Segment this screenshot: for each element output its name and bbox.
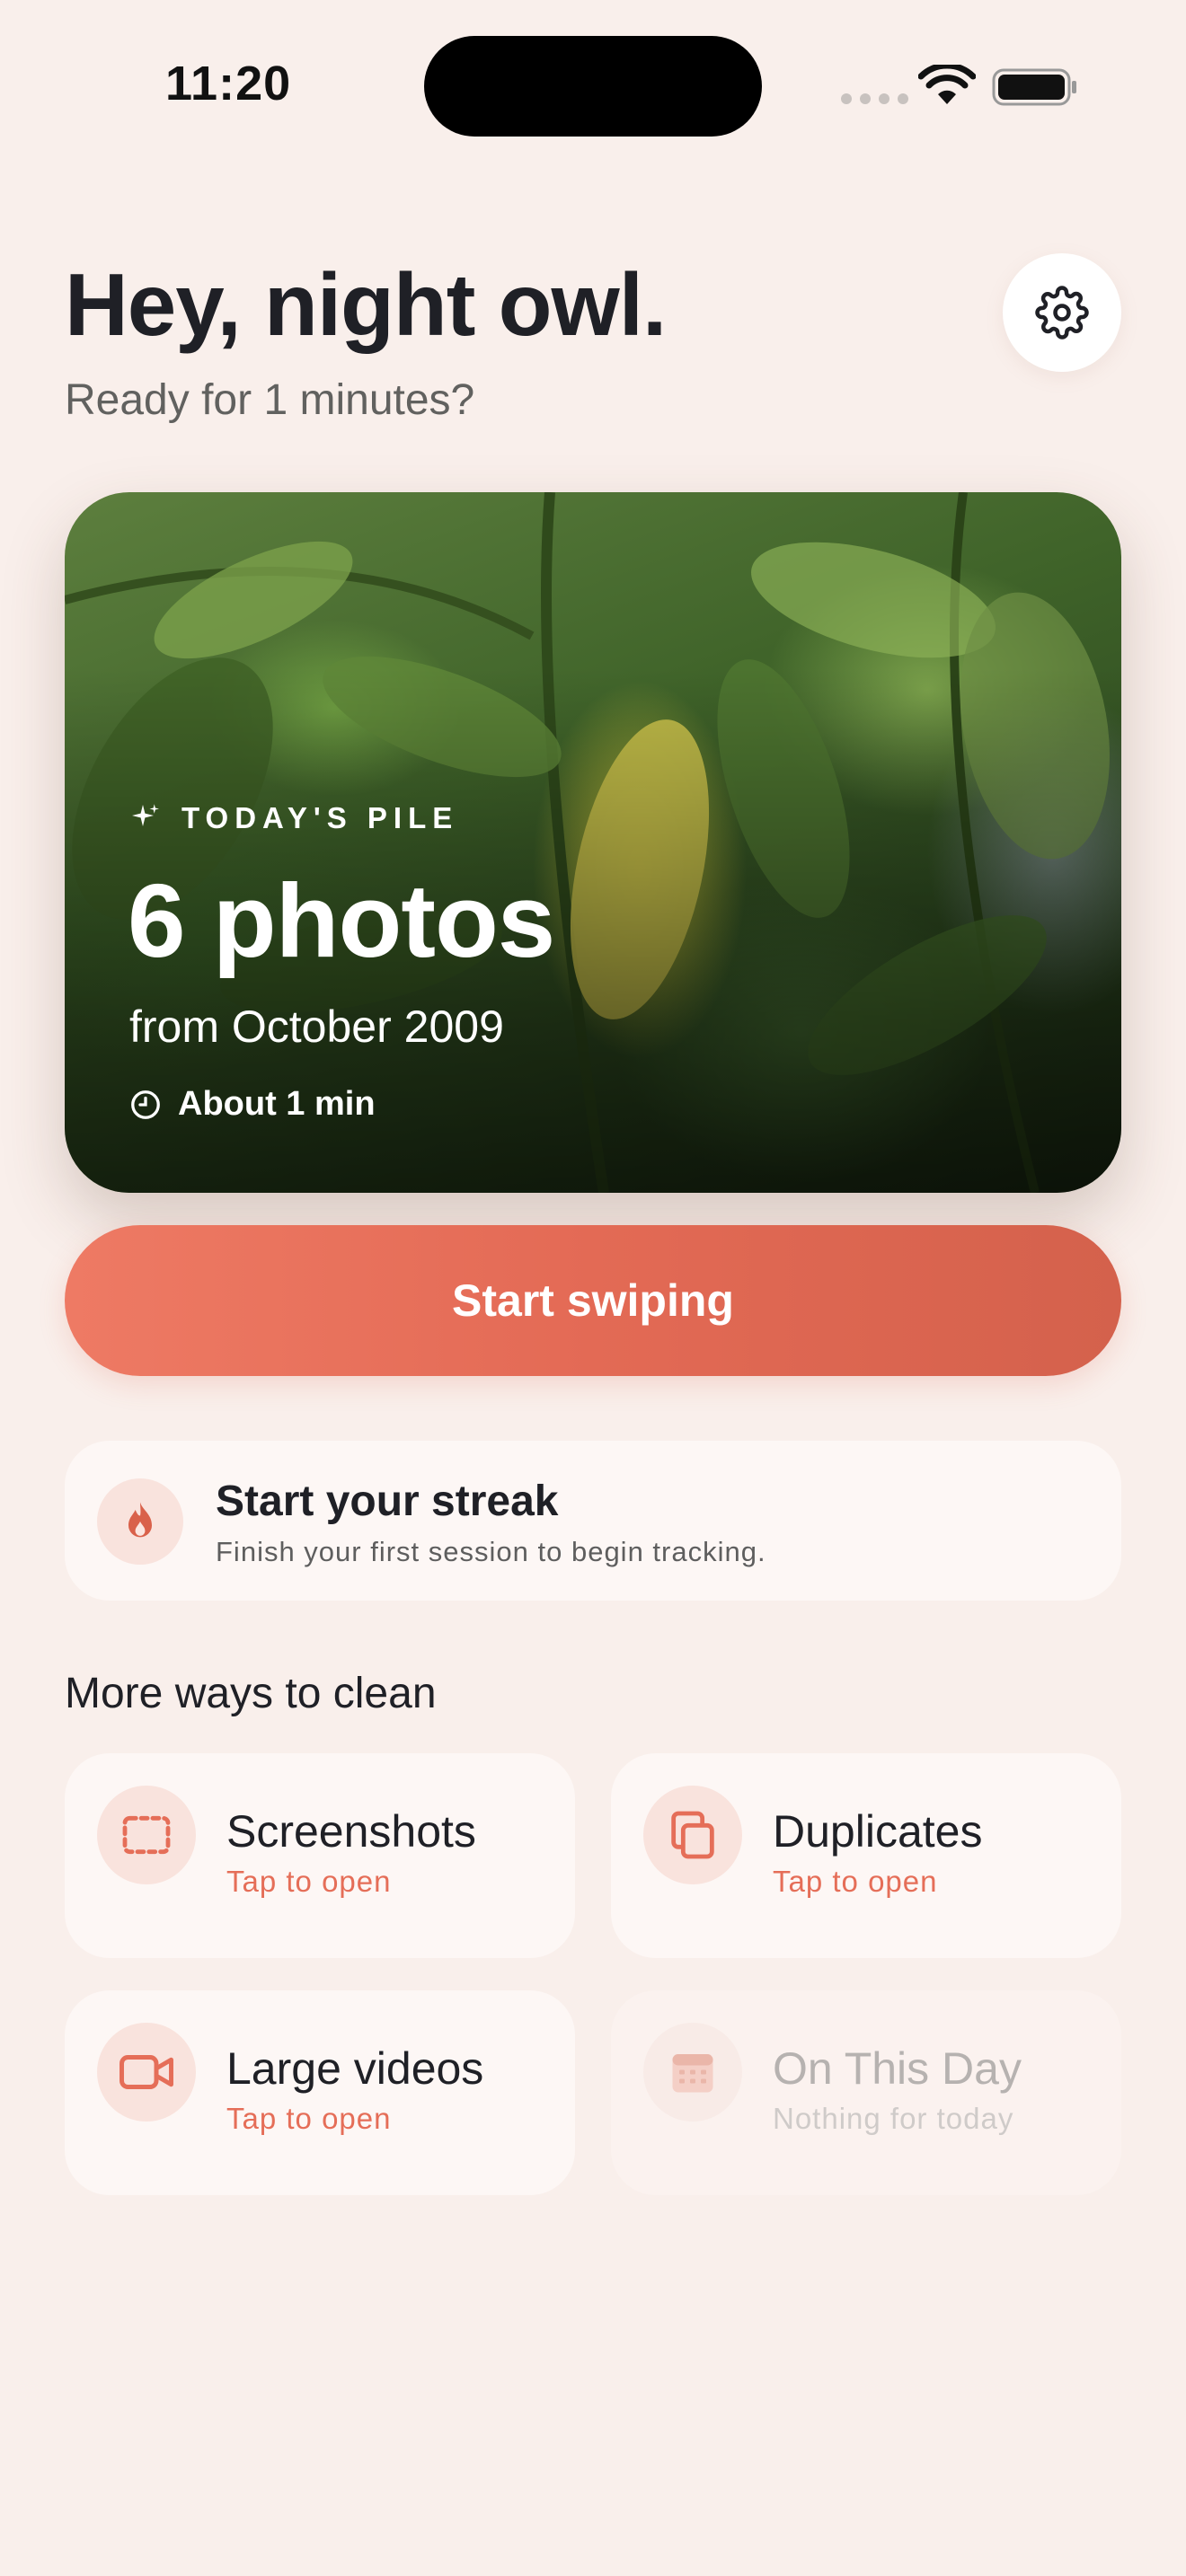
- todays-pile-label: TODAY'S PILE: [129, 801, 458, 835]
- start-swiping-button[interactable]: Start swiping: [65, 1225, 1121, 1376]
- screenshots-tile[interactable]: Screenshots Tap to open: [65, 1753, 575, 1958]
- greeting-subtitle: Ready for 1 minutes?: [65, 376, 475, 424]
- status-time: 11:20: [165, 57, 292, 110]
- tile-title: Large videos: [226, 2043, 484, 2094]
- calendar-icon: [672, 2054, 713, 2093]
- duplicate-icon: [671, 1811, 714, 1859]
- duplicate-icon-badge: [643, 1786, 742, 1884]
- streak-title: Start your streak: [216, 1478, 559, 1525]
- calendar-icon-badge: [643, 2023, 742, 2122]
- on-this-day-tile: On This Day Nothing for today: [611, 1990, 1121, 2195]
- streak-subtitle: Finish your first session to begin track…: [216, 1536, 766, 1567]
- dynamic-island: [424, 36, 762, 137]
- clock-icon: [131, 1090, 160, 1119]
- sparkle-icon: [132, 804, 159, 826]
- streak-card[interactable]: Start your streak Finish your first sess…: [65, 1441, 1121, 1601]
- streak-icon-badge: [97, 1478, 183, 1565]
- large-videos-tile[interactable]: Large videos Tap to open: [65, 1990, 575, 2195]
- tile-title: On This Day: [773, 2043, 1022, 2094]
- flame-icon: [128, 1502, 152, 1538]
- estimated-duration: About 1 min: [129, 1085, 376, 1124]
- tile-title: Duplicates: [773, 1806, 983, 1857]
- todays-pile-card[interactable]: TODAY'S PILE 6 photos from October 2009 …: [65, 492, 1121, 1193]
- gear-icon: [1035, 286, 1089, 340]
- tile-subtitle: Tap to open: [226, 1865, 392, 1898]
- greeting-title: Hey, night owl.: [65, 255, 667, 354]
- wifi-icon: [918, 65, 976, 104]
- tile-subtitle: Tap to open: [226, 2102, 392, 2135]
- duration-text: About 1 min: [178, 1085, 376, 1123]
- battery-icon: [992, 68, 1076, 106]
- screenshot-icon: [122, 1815, 171, 1855]
- tile-subtitle: Tap to open: [773, 1865, 938, 1898]
- home-screen: 11:20 Hey, night owl. Ready for 1 minute…: [0, 0, 1186, 2576]
- photo-count: 6 photos: [128, 862, 555, 979]
- tile-subtitle: Nothing for today: [773, 2102, 1014, 2135]
- screenshot-icon-badge: [97, 1786, 196, 1884]
- kicker-text: TODAY'S PILE: [181, 801, 459, 834]
- video-camera-icon: [119, 2055, 173, 2089]
- more-ways-heading: More ways to clean: [65, 1670, 437, 1717]
- settings-button[interactable]: [1003, 253, 1121, 372]
- photo-date-range: from October 2009: [129, 1001, 504, 1052]
- tile-title: Screenshots: [226, 1806, 476, 1857]
- video-icon-badge: [97, 2023, 196, 2122]
- cellular-signal-icon: [841, 93, 908, 104]
- duplicates-tile[interactable]: Duplicates Tap to open: [611, 1753, 1121, 1958]
